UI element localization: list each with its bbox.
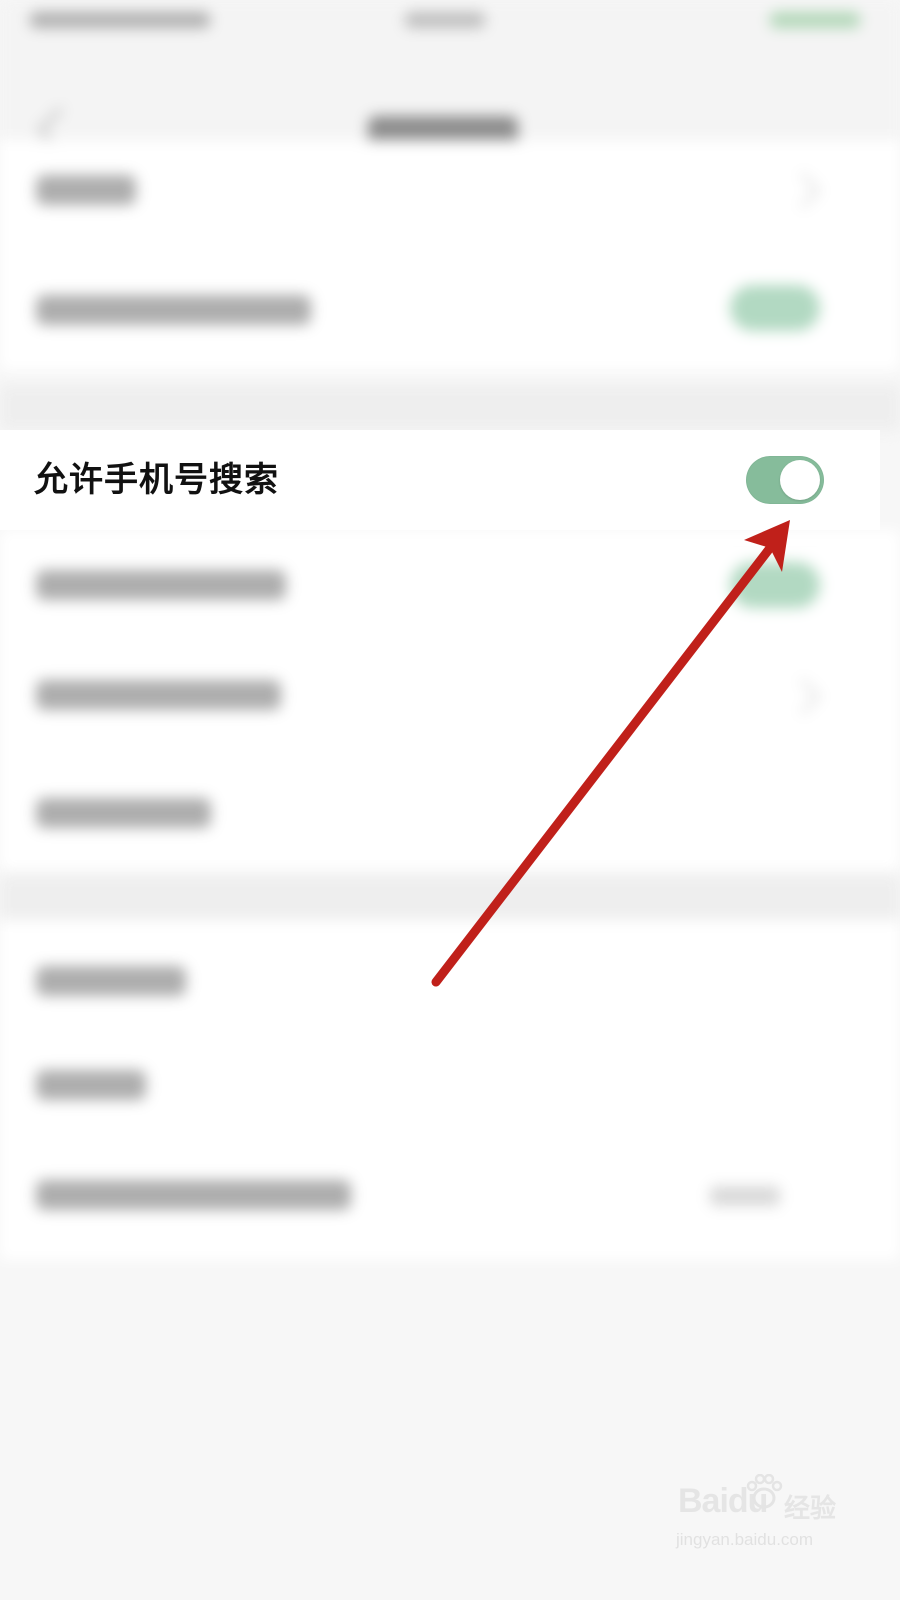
annotation-arrow-icon (431, 520, 790, 987)
paw-icon (746, 1474, 783, 1509)
watermark-brand-cn: 经验 (784, 1494, 837, 1524)
arrow-shaft (431, 543, 775, 987)
arrow-head (744, 520, 790, 572)
privacy-settings-screen: 允许手机号搜索 Baidu 经验 jingyan.baidu.com (0, 0, 900, 1600)
baidu-watermark: Baidu 经验 jingyan.baidu.com (672, 1470, 842, 1560)
watermark-url: jingyan.baidu.com (676, 1530, 814, 1549)
